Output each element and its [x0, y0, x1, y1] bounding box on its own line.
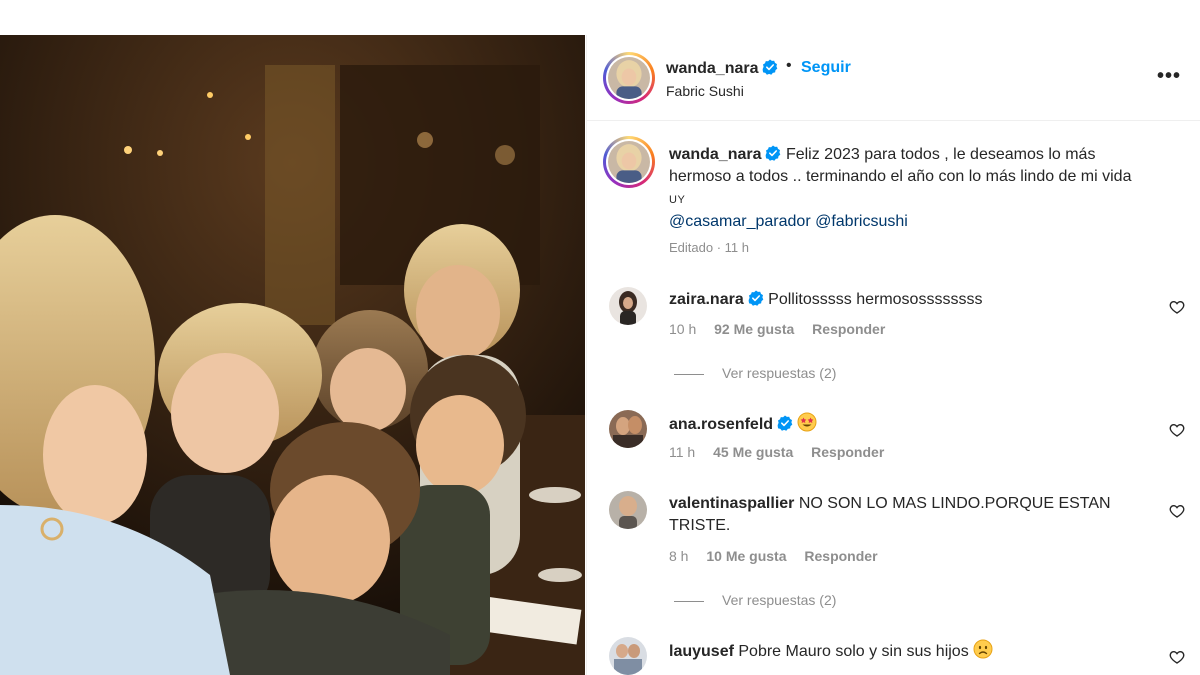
comment-username[interactable]: ana.rosenfeld: [669, 416, 773, 433]
mention-casamar-parador[interactable]: @casamar_parador: [669, 213, 811, 230]
comment-meta: 10 h 92 Me gusta Responder: [669, 321, 899, 337]
comment-username[interactable]: lauyusef: [669, 643, 734, 660]
view-replies-label[interactable]: Ver respuestas (2): [722, 365, 836, 381]
comment-username[interactable]: zaira.nara: [669, 291, 744, 308]
comment-text: zaira.nara Pollitosssss hermosossssssss: [669, 289, 1139, 311]
author-avatar[interactable]: [603, 52, 655, 104]
post-photo[interactable]: [0, 35, 585, 675]
replies-line: [674, 600, 704, 602]
comment-avatar[interactable]: [609, 637, 647, 675]
post-header: wanda_nara • Seguir Fabric Sushi •••: [587, 35, 1200, 121]
caption-text: wanda_nara Feliz 2023 para todos , le de…: [669, 144, 1139, 233]
comment-likes[interactable]: 92 Me gusta: [714, 321, 794, 337]
flag-uy: UY: [669, 194, 686, 206]
reply-button[interactable]: Responder: [804, 548, 877, 564]
caption-username[interactable]: wanda_nara: [669, 146, 761, 163]
comment-username[interactable]: valentinaspallier: [669, 495, 794, 512]
comment-avatar[interactable]: [609, 287, 647, 325]
verified-badge-icon: [766, 145, 781, 161]
comment-likes[interactable]: 10 Me gusta: [706, 548, 786, 564]
view-replies-label[interactable]: Ver respuestas (2): [722, 592, 836, 608]
sad-face-emoji-icon: [973, 639, 993, 659]
caption-meta: Editado · 11 h: [669, 240, 749, 255]
comment-time[interactable]: 8 h: [669, 548, 688, 564]
follow-button[interactable]: Seguir: [801, 59, 851, 77]
comment-avatar[interactable]: [609, 410, 647, 448]
replies-line: [674, 373, 704, 375]
like-heart-icon[interactable]: [1169, 299, 1185, 315]
comment-body: Pobre Mauro solo y sin sus hijos: [738, 643, 969, 660]
location-link[interactable]: Fabric Sushi: [666, 83, 744, 99]
verified-badge-icon: [748, 290, 764, 306]
post-detail-panel: wanda_nara • Seguir Fabric Sushi ••• wan…: [586, 35, 1200, 675]
comment-time[interactable]: 10 h: [669, 321, 696, 337]
comment-text: valentinaspallier NO SON LO MAS LINDO.PO…: [669, 493, 1139, 537]
verified-badge-icon: [777, 415, 793, 431]
comment-avatar[interactable]: [609, 491, 647, 529]
comment-meta: 8 h 10 Me gusta Responder: [669, 548, 892, 564]
reply-button[interactable]: Responder: [811, 444, 884, 460]
comment-meta: 11 h 45 Me gusta Responder: [669, 444, 898, 460]
caption-author-avatar[interactable]: [603, 136, 655, 188]
verified-badge-icon: [763, 59, 778, 75]
author-username[interactable]: wanda_nara: [666, 59, 778, 78]
more-options-icon[interactable]: •••: [1157, 65, 1181, 88]
mention-fabricsushi[interactable]: @fabricsushi: [815, 213, 908, 230]
star-struck-emoji-icon: [797, 412, 817, 432]
separator-dot: •: [786, 57, 792, 74]
comment-time[interactable]: 11 h: [669, 444, 695, 460]
comment-body: Pollitosssss hermosossssssss: [768, 291, 983, 308]
comment-likes[interactable]: 45 Me gusta: [713, 444, 793, 460]
view-replies-button[interactable]: Ver respuestas (2): [674, 592, 836, 608]
like-heart-icon[interactable]: [1169, 649, 1185, 665]
like-heart-icon[interactable]: [1169, 503, 1185, 519]
family-photo-illustration: [0, 35, 585, 675]
comment-text: ana.rosenfeld: [669, 412, 1139, 436]
caption-time[interactable]: 11 h: [725, 240, 749, 255]
reply-button[interactable]: Responder: [812, 321, 885, 337]
view-replies-button[interactable]: Ver respuestas (2): [674, 365, 836, 381]
author-username-text[interactable]: wanda_nara: [666, 60, 758, 77]
edited-label: Editado: [669, 240, 714, 255]
like-heart-icon[interactable]: [1169, 422, 1185, 438]
comment-text: lauyusef Pobre Mauro solo y sin sus hijo…: [669, 639, 1139, 663]
